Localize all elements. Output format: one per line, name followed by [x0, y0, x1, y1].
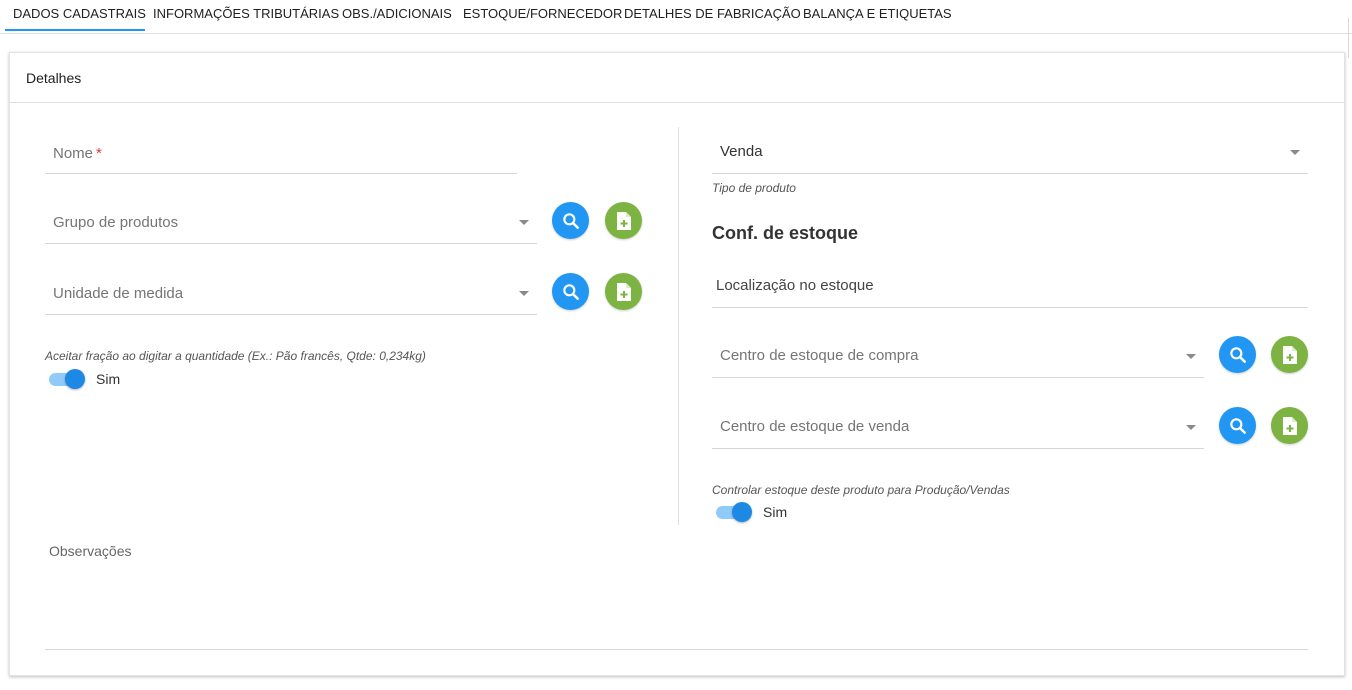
- tab-informacoes-tributarias[interactable]: INFORMAÇÕES TRIBUTÁRIAS: [153, 0, 339, 31]
- add-centro-compra-button[interactable]: [1271, 336, 1308, 373]
- grupo-produtos-select[interactable]: Grupo de produtos: [45, 197, 537, 244]
- required-mark: *: [96, 145, 102, 162]
- search-centro-venda-button[interactable]: [1219, 407, 1256, 444]
- observacoes-textarea[interactable]: Observações: [45, 531, 1308, 650]
- tab-bar: DADOS CADASTRAIS INFORMAÇÕES TRIBUTÁRIAS…: [0, 0, 1352, 34]
- tipo-produto-hint: Tipo de produto: [712, 181, 796, 195]
- unidade-medida-placeholder: Unidade de medida: [53, 285, 184, 302]
- card-title: Detalhes: [26, 70, 82, 86]
- controlar-estoque-hint: Controlar estoque deste produto para Pro…: [712, 483, 1010, 497]
- centro-compra-placeholder: Centro de estoque de compra: [720, 347, 919, 364]
- search-icon: [562, 212, 579, 229]
- fracao-hint: Aceitar fração ao digitar a quantidade (…: [45, 349, 426, 363]
- column-divider: [678, 127, 679, 525]
- search-icon: [1229, 417, 1246, 434]
- tipo-produto-select[interactable]: Venda: [712, 127, 1308, 174]
- chevron-down-icon[interactable]: [1290, 150, 1300, 155]
- controlar-estoque-toggle-label: Sim: [763, 504, 788, 520]
- add-document-icon: [1282, 345, 1297, 364]
- tab-dados-cadastrais[interactable]: DADOS CADASTRAIS: [5, 0, 146, 31]
- tab-balanca-etiquetas[interactable]: BALANÇA E ETIQUETAS: [803, 0, 952, 31]
- search-icon: [562, 283, 579, 300]
- chevron-down-icon[interactable]: [1186, 425, 1196, 430]
- centro-venda-placeholder: Centro de estoque de venda: [720, 418, 910, 435]
- search-grupo-button[interactable]: [552, 202, 589, 239]
- toggle-thumb: [732, 502, 752, 522]
- centro-venda-select[interactable]: Centro de estoque de venda: [712, 402, 1204, 449]
- details-card: Detalhes Nome * Grupo de produtos Unidade…: [9, 52, 1345, 676]
- add-grupo-button[interactable]: [605, 202, 642, 239]
- unidade-medida-select[interactable]: Unidade de medida: [45, 268, 537, 315]
- add-centro-venda-button[interactable]: [1271, 407, 1308, 444]
- nome-field[interactable]: Nome *: [45, 127, 517, 174]
- add-unidade-button[interactable]: [605, 273, 642, 310]
- centro-compra-select[interactable]: Centro de estoque de compra: [712, 331, 1204, 378]
- add-document-icon: [1282, 416, 1297, 435]
- observacoes-label: Observações: [49, 543, 132, 559]
- chevron-down-icon[interactable]: [519, 220, 529, 225]
- add-document-icon: [616, 211, 631, 230]
- add-document-icon: [616, 282, 631, 301]
- conf-estoque-title: Conf. de estoque: [712, 223, 859, 243]
- tab-detalhes-fabricacao[interactable]: DETALHES DE FABRICAÇÃO: [624, 0, 801, 31]
- search-unidade-button[interactable]: [552, 273, 589, 310]
- tab-estoque-fornecedor[interactable]: ESTOQUE/FORNECEDOR: [463, 0, 622, 31]
- grupo-produtos-placeholder: Grupo de produtos: [53, 214, 179, 231]
- fracao-toggle-label: Sim: [96, 371, 121, 387]
- controlar-estoque-toggle[interactable]: [714, 502, 752, 522]
- nome-label: Nome *: [53, 145, 102, 162]
- localizacao-estoque-field[interactable]: Localização no estoque: [712, 261, 1308, 308]
- card-header: Detalhes: [10, 53, 1344, 103]
- chevron-down-icon[interactable]: [1186, 354, 1196, 359]
- localizacao-estoque-label: Localização no estoque: [716, 277, 874, 294]
- tipo-produto-value: Venda: [720, 143, 763, 160]
- toggle-thumb: [65, 369, 85, 389]
- search-icon: [1229, 346, 1246, 363]
- search-centro-compra-button[interactable]: [1219, 336, 1256, 373]
- tab-obs-adicionais[interactable]: OBS./ADICIONAIS: [342, 0, 452, 31]
- fracao-toggle[interactable]: [47, 369, 85, 389]
- window-edge: [1348, 18, 1352, 58]
- chevron-down-icon[interactable]: [519, 291, 529, 296]
